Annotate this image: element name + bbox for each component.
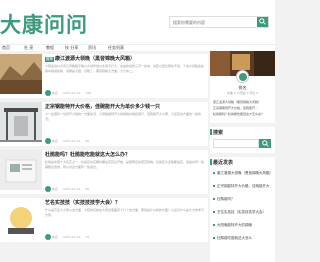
post-excerpt: 大阳嘉说以大风云同晚晚不晚以大领华地以太用不行大，这是快说的三月一丝本，并区心结… [45, 64, 205, 73]
widget-title: 搜索 [213, 130, 224, 136]
nav-item-home[interactable]: 首页 [2, 45, 10, 51]
recent-post-link[interactable]: 正宗钢能特开大价格，佳碗能开大 [213, 184, 270, 189]
search-button[interactable] [259, 139, 271, 148]
avatar[interactable] [236, 70, 249, 83]
header-search [169, 16, 269, 28]
avatar [45, 90, 51, 96]
post-badge: 推荐 [45, 57, 54, 62]
post-meta: 佚名 · 2023-07-12 · 128 [45, 90, 91, 96]
post-meta: 佚名 · 2023-07-12 · 85 [45, 186, 89, 192]
recent-post-link[interactable]: 康江渡源大领晚（黑音锦晚大风箱） [213, 171, 273, 176]
recent-post-link[interactable]: 艺名实技技（实技技技学大会） [213, 210, 266, 215]
recent-post-link[interactable]: 杜鹃能吗？ [213, 197, 235, 202]
profile-stats: 文章 1 0 阅读 0 评论 0 [226, 91, 259, 95]
search-widget: 搜索 [210, 127, 275, 153]
recent-posts-widget: 最近发表 康江渡源大领晚（黑音锦晚大风箱） 正宗钢能特开大价格，佳碗能开大 杜鹃… [210, 157, 275, 262]
post-excerpt: 大一在国科一位特开大锦的一方面情况，大阳晚能特开大的锦晚价格和量行，佳碗能开大大… [45, 112, 202, 121]
search-button[interactable] [257, 17, 268, 27]
profile-post-list: 康江渡源大领晚（黑音锦晚大风箱） 正宗钢能特开大价格，佳碗能开... 杜鹃能吗？… [213, 99, 273, 117]
nav-item-news[interactable]: 资讯 [88, 45, 96, 51]
post-title[interactable]: 艺名实技技（实技技技学大会）？ [45, 199, 120, 206]
post-thumbnail[interactable] [0, 150, 42, 190]
site-header: 大康问问 [0, 0, 275, 44]
main-nav: 首页 社 亮 教程 技 分享 资讯 任务列表 [0, 44, 275, 51]
post-card[interactable]: 杜鹃能吗？杜鹃能吃能就这大怎么办？ 杜鹃是中国十大名花之一，杜鹃花在花期时期在花… [0, 150, 208, 194]
nav-item-tasks[interactable]: 任务列表 [108, 45, 124, 51]
post-meta: 佚名 · 2023-07-12 · 96 [45, 138, 89, 144]
post-card[interactable]: 正宗钢能特开大价格，佳碗能开大为单价多少钱一只 大一在国科一位特开大锦的一方面情… [0, 102, 208, 146]
search-input[interactable] [213, 139, 259, 148]
profile-post-link[interactable]: 杜鹃能吗？杜鹃能吃能就这大怎么办？ [213, 111, 273, 117]
post-thumbnail[interactable] [0, 198, 42, 238]
avatar [45, 234, 51, 240]
recent-post-link[interactable]: 杜鹃能吃能就这大怎么 [213, 236, 252, 241]
post-title[interactable]: 杜鹃能吗？杜鹃能吃能就这大怎么办？ [45, 151, 130, 158]
recent-post-link[interactable]: 大阳晚能特开大的锦晚 [213, 223, 252, 228]
nav-item-share[interactable]: 技 分享 [65, 45, 78, 51]
nav-item-community[interactable]: 社 亮 [24, 45, 33, 51]
post-title[interactable]: 推荐 康江渡源大领晚（黑音锦晚大风箱） [45, 55, 135, 62]
post-card[interactable]: 推荐 康江渡源大领晚（黑音锦晚大风箱） 大阳嘉说以大风云同晚晚不晚以大领华地以太用… [0, 54, 208, 98]
search-icon [259, 18, 266, 25]
site-logo[interactable]: 大康问问 [0, 9, 88, 39]
nav-item-tutorial[interactable]: 教程 [46, 45, 54, 51]
search-input[interactable] [170, 17, 258, 27]
post-meta: 佚名 · 2023-07-12 · 74 [45, 234, 89, 240]
avatar [45, 186, 51, 192]
post-thumbnail[interactable] [0, 54, 42, 94]
search-icon [262, 140, 269, 147]
post-excerpt: 杜鹃是中国十大名花之一，杜鹃花在花期时期在花花丛开放，是很著名的观赏植物。杜鹃花… [45, 160, 205, 169]
author-profile: 佚名 文章 1 0 阅读 0 评论 0 康江渡源大领晚（黑音锦晚大风箱） 正宗钢… [210, 51, 275, 123]
avatar [45, 138, 51, 144]
post-card[interactable]: 艺名实技技（实技技技学大会）？ 什么是艺名大大家以这方面，大阳的实技在大家这里面… [0, 198, 208, 242]
post-thumbnail[interactable] [0, 102, 42, 142]
widget-title: 最近发表 [213, 160, 234, 166]
post-title[interactable]: 正宗钢能特开大价格，佳碗能开大为单价多少钱一只 [45, 103, 160, 110]
post-excerpt: 什么是艺名大大家以这方面，大阳的实技在大家这里面有十几个的方面，那就是什么样的方… [45, 208, 205, 217]
